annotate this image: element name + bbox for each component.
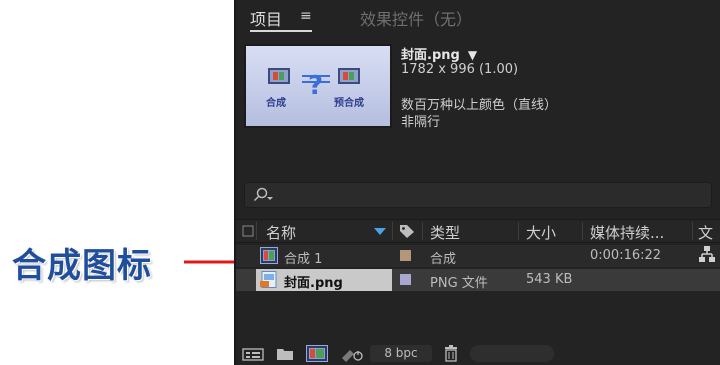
interpret-footage-icon[interactable]	[242, 346, 264, 362]
file-dropdown-icon[interactable]: ▼	[468, 48, 477, 62]
column-header-row: 名称 类型 大小 媒体持续... 文	[236, 219, 720, 243]
expand-all-icon[interactable]	[242, 225, 254, 237]
file-interlace: 非隔行	[401, 115, 441, 130]
search-input[interactable]	[244, 182, 712, 208]
column-divider	[422, 222, 423, 240]
row-name: 合成 1	[284, 252, 323, 267]
file-name: 封面.png	[401, 48, 460, 63]
sort-desc-icon[interactable]	[374, 228, 386, 235]
label-swatch[interactable]	[400, 250, 411, 261]
trash-icon[interactable]	[444, 345, 458, 362]
new-composition-icon[interactable]	[306, 345, 328, 362]
file-title[interactable]: 封面.png ▼	[401, 44, 477, 63]
left-whitespace	[0, 0, 234, 365]
image-file-icon[interactable]	[260, 271, 278, 288]
column-type[interactable]: 类型	[430, 222, 460, 243]
preview-thumbnail: ? 合成 预合成	[244, 44, 392, 128]
column-name[interactable]: 名称	[266, 222, 296, 243]
new-folder-icon[interactable]	[276, 346, 294, 361]
tab-project-label: 项目	[250, 10, 283, 29]
column-divider	[692, 222, 693, 240]
table-row[interactable]: 合成 1 合成 0:00:16:22	[236, 245, 720, 267]
composition-icon[interactable]	[260, 247, 278, 264]
column-divider	[518, 222, 519, 240]
column-divider	[582, 222, 583, 240]
column-file-path[interactable]: 文	[698, 222, 713, 243]
tab-effect-controls-label: 效果控件（无）	[360, 10, 473, 29]
column-duration[interactable]: 媒体持续...	[590, 222, 664, 243]
label-tag-icon[interactable]	[398, 223, 416, 239]
thumbnail-right-text: 预合成	[334, 98, 364, 109]
tab-menu-icon[interactable]: ≡	[300, 8, 312, 24]
search-icon	[253, 187, 273, 202]
annotation-label: 合成图标	[12, 246, 152, 286]
thumbnail-image: ? 合成 预合成	[246, 46, 390, 126]
tab-project[interactable]: 项目	[250, 6, 312, 32]
row-type: PNG 文件	[430, 276, 488, 291]
active-tab-underline	[250, 30, 312, 32]
column-size[interactable]: 大小	[526, 222, 556, 243]
horizontal-scrollbar[interactable]	[470, 345, 554, 362]
label-swatch[interactable]	[400, 274, 411, 285]
row-duration: 0:00:16:22	[590, 248, 662, 263]
file-dimensions: 1782 x 996 (1.00)	[401, 62, 519, 77]
tab-effect-controls[interactable]: 效果控件（无）	[360, 6, 472, 30]
bit-depth-button[interactable]: 8 bpc	[370, 345, 432, 362]
row-size: 543 KB	[526, 272, 573, 287]
flowchart-icon[interactable]	[698, 245, 716, 263]
column-divider	[256, 222, 257, 240]
column-divider	[392, 222, 393, 240]
row-name: 封面.png	[284, 276, 343, 291]
table-row[interactable]: 封面.png PNG 文件 543 KB	[236, 269, 720, 291]
panel-footer-toolbar: 8 bpc	[236, 343, 720, 365]
panel-left-border	[234, 0, 236, 365]
row-type: 合成	[430, 252, 457, 267]
thumbnail-left-text: 合成	[266, 98, 286, 109]
project-settings-icon[interactable]	[340, 346, 364, 362]
thumbnail-graphic-icon: ?	[268, 68, 360, 101]
